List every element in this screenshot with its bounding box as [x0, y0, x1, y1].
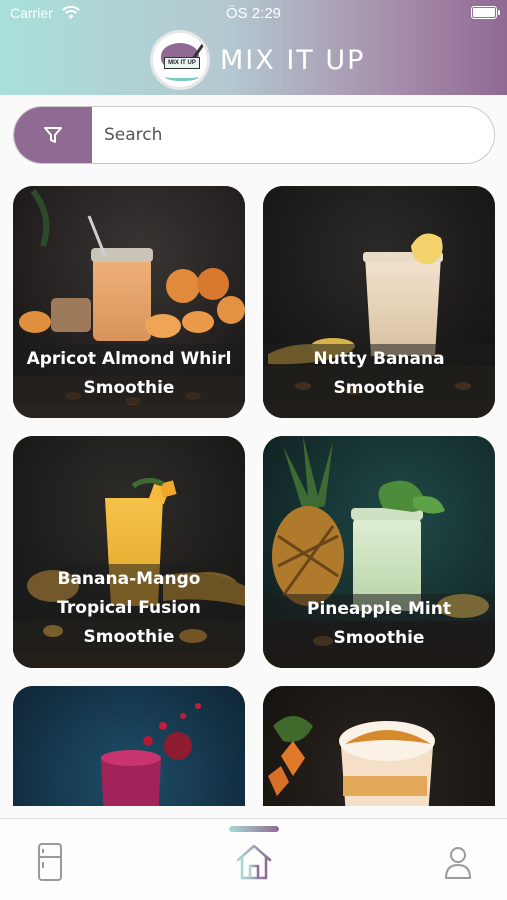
home-icon [236, 844, 272, 880]
recipe-title-line: Pineapple Mint [307, 599, 451, 619]
app-screen: Carrier ÖS 2:29 MIX IT UP MIX IT UP Sear… [0, 0, 507, 900]
recipe-grid: Apricot Almond Whirl Smoothie Nutty Bana… [13, 186, 495, 806]
status-time: ÖS 2:29 [225, 5, 282, 22]
logo-text: MIX IT UP [164, 57, 200, 69]
recipe-card-apricot[interactable]: Apricot Almond Whirl Smoothie [13, 186, 245, 418]
tab-fridge[interactable] [26, 839, 74, 885]
app-logo: MIX IT UP [150, 30, 210, 90]
filter-button[interactable] [14, 107, 92, 163]
fridge-icon [38, 843, 62, 881]
caramel-smoothie-image [263, 686, 495, 806]
recipe-card-label: Banana-Mango Tropical Fusion Smoothie [13, 564, 245, 653]
recipe-card-banana-mango[interactable]: Banana-Mango Tropical Fusion Smoothie [13, 436, 245, 668]
recipe-title-line: Smoothie [333, 378, 425, 398]
app-title: MIX IT UP [220, 44, 366, 76]
tab-home[interactable] [230, 839, 278, 885]
berry-smoothie-image [13, 686, 245, 806]
profile-icon [445, 847, 471, 879]
recipe-card-nutty-banana[interactable]: Nutty Banana Smoothie [263, 186, 495, 418]
recipe-title-line: Smoothie [83, 627, 175, 647]
recipe-title-line: Smoothie [83, 378, 175, 398]
recipe-card-berry[interactable] [13, 686, 245, 806]
recipe-card-label: Apricot Almond Whirl Smoothie [13, 344, 245, 404]
battery-icon [471, 6, 500, 19]
recipe-title-line: Banana-Mango [57, 569, 201, 589]
app-header: Carrier ÖS 2:29 MIX IT UP MIX IT UP [0, 0, 507, 95]
recipe-title-line: Tropical Fusion [57, 598, 201, 618]
bottom-tab-bar [0, 818, 507, 900]
brand: MIX IT UP MIX IT UP [150, 30, 365, 90]
active-tab-indicator [229, 826, 279, 832]
recipe-card-label: Pineapple Mint Smoothie [263, 594, 495, 654]
recipe-card-label: Nutty Banana Smoothie [263, 344, 495, 404]
recipe-card-caramel[interactable] [263, 686, 495, 806]
recipe-title-line: Smoothie [333, 628, 425, 648]
tab-profile[interactable] [434, 839, 482, 885]
recipe-card-pineapple-mint[interactable]: Pineapple Mint Smoothie [263, 436, 495, 668]
filter-icon [44, 127, 62, 143]
recipe-title-line: Nutty Banana [313, 349, 445, 369]
status-bar: Carrier ÖS 2:29 [0, 0, 507, 28]
search-bar [13, 106, 495, 164]
search-input[interactable] [92, 107, 472, 163]
recipe-title-line: Apricot Almond Whirl [26, 349, 232, 369]
